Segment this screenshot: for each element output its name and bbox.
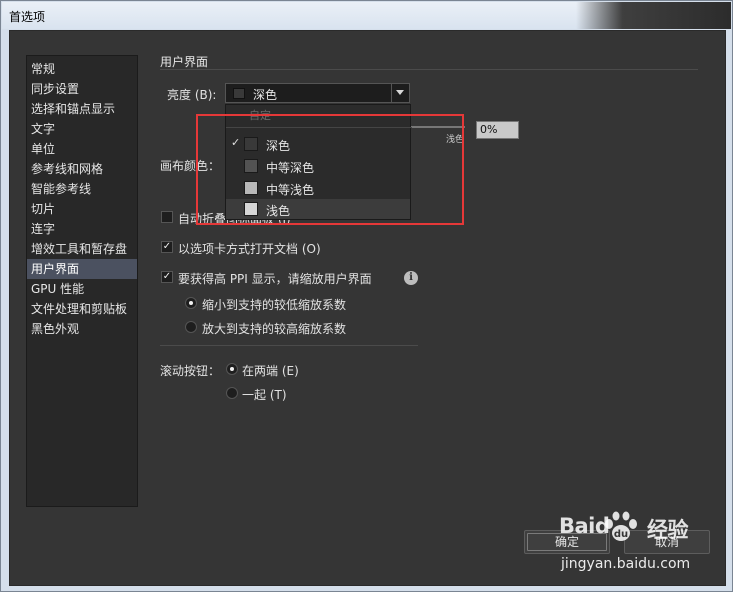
dropdown-button[interactable] — [391, 84, 409, 102]
open-as-tabs-label: 以选项卡方式打开文档 (O) — [178, 242, 321, 256]
title-bar-background-overlap — [576, 2, 731, 29]
sidebar-item-appearance-of-black[interactable]: 黑色外观 — [27, 319, 137, 339]
window-title: 首选项 — [9, 10, 46, 24]
sidebar-item-type[interactable]: 文字 — [27, 119, 137, 139]
scale-down-label: 缩小到支持的较低缩放系数 — [202, 298, 347, 312]
at-both-ends-radio[interactable] — [226, 363, 238, 375]
high-ppi-checkbox[interactable]: ✓ — [161, 271, 173, 283]
sidebar-item-general[interactable]: 常规 — [27, 59, 137, 79]
info-icon[interactable]: i — [404, 271, 418, 285]
sidebar-item-user-interface[interactable]: 用户界面 — [27, 259, 137, 279]
annotation-highlight-box — [196, 114, 464, 225]
brightness-percent-field[interactable]: 0% — [476, 121, 519, 139]
high-ppi-label: 要获得高 PPI 显示，请缩放用户界面 — [178, 272, 372, 286]
open-as-tabs-checkbox[interactable]: ✓ — [161, 241, 173, 253]
title-bar: 首选项 — [2, 2, 731, 29]
together-radio[interactable] — [226, 387, 238, 399]
chevron-down-icon — [396, 90, 404, 95]
section-title: 用户界面 — [160, 55, 209, 69]
brightness-select[interactable]: 深色 — [225, 83, 410, 103]
at-both-ends-label: 在两端 (E) — [242, 364, 299, 378]
auto-collapse-checkbox[interactable] — [161, 211, 173, 223]
watermark-suffix: 经验 — [647, 518, 689, 542]
svg-text:du: du — [614, 529, 628, 540]
section-divider — [160, 69, 698, 70]
category-list[interactable]: 常规 同步设置 选择和锚点显示 文字 单位 参考线和网格 智能参考线 切片 连字… — [26, 55, 138, 507]
sidebar-item-slices[interactable]: 切片 — [27, 199, 137, 219]
sidebar-item-gpu-performance[interactable]: GPU 性能 — [27, 279, 137, 299]
preferences-window: 首选项 常规 同步设置 选择和锚点显示 文字 单位 参考线和网格 智能参考线 切… — [0, 0, 733, 592]
sidebar-item-plugins-scratch-disks[interactable]: 增效工具和暂存盘 — [27, 239, 137, 259]
scale-up-radio[interactable] — [185, 321, 197, 333]
sidebar-item-hyphenation[interactable]: 连字 — [27, 219, 137, 239]
brightness-label: 亮度 (B): — [167, 88, 217, 102]
watermark-url: jingyan.baidu.com — [561, 556, 691, 572]
together-label: 一起 (T) — [242, 388, 287, 402]
brightness-value: 深色 — [253, 88, 278, 102]
sidebar-item-file-handling-clipboard[interactable]: 文件处理和剪贴板 — [27, 299, 137, 319]
sidebar-item-smart-guides[interactable]: 智能参考线 — [27, 179, 137, 199]
paw-logo-icon: du — [605, 511, 637, 541]
sidebar-item-selection-anchor[interactable]: 选择和锚点显示 — [27, 99, 137, 119]
scale-down-radio[interactable] — [185, 297, 197, 309]
sidebar-item-sync-settings[interactable]: 同步设置 — [27, 79, 137, 99]
sidebar-item-guides-grid[interactable]: 参考线和网格 — [27, 159, 137, 179]
scale-up-label: 放大到支持的较高缩放系数 — [202, 322, 347, 336]
scroll-buttons-label: 滚动按钮： — [160, 364, 221, 378]
dialog-body: 常规 同步设置 选择和锚点显示 文字 单位 参考线和网格 智能参考线 切片 连字… — [9, 30, 726, 586]
brightness-swatch — [233, 88, 245, 99]
section-divider-scroll — [160, 345, 418, 346]
sidebar-item-units[interactable]: 单位 — [27, 139, 137, 159]
